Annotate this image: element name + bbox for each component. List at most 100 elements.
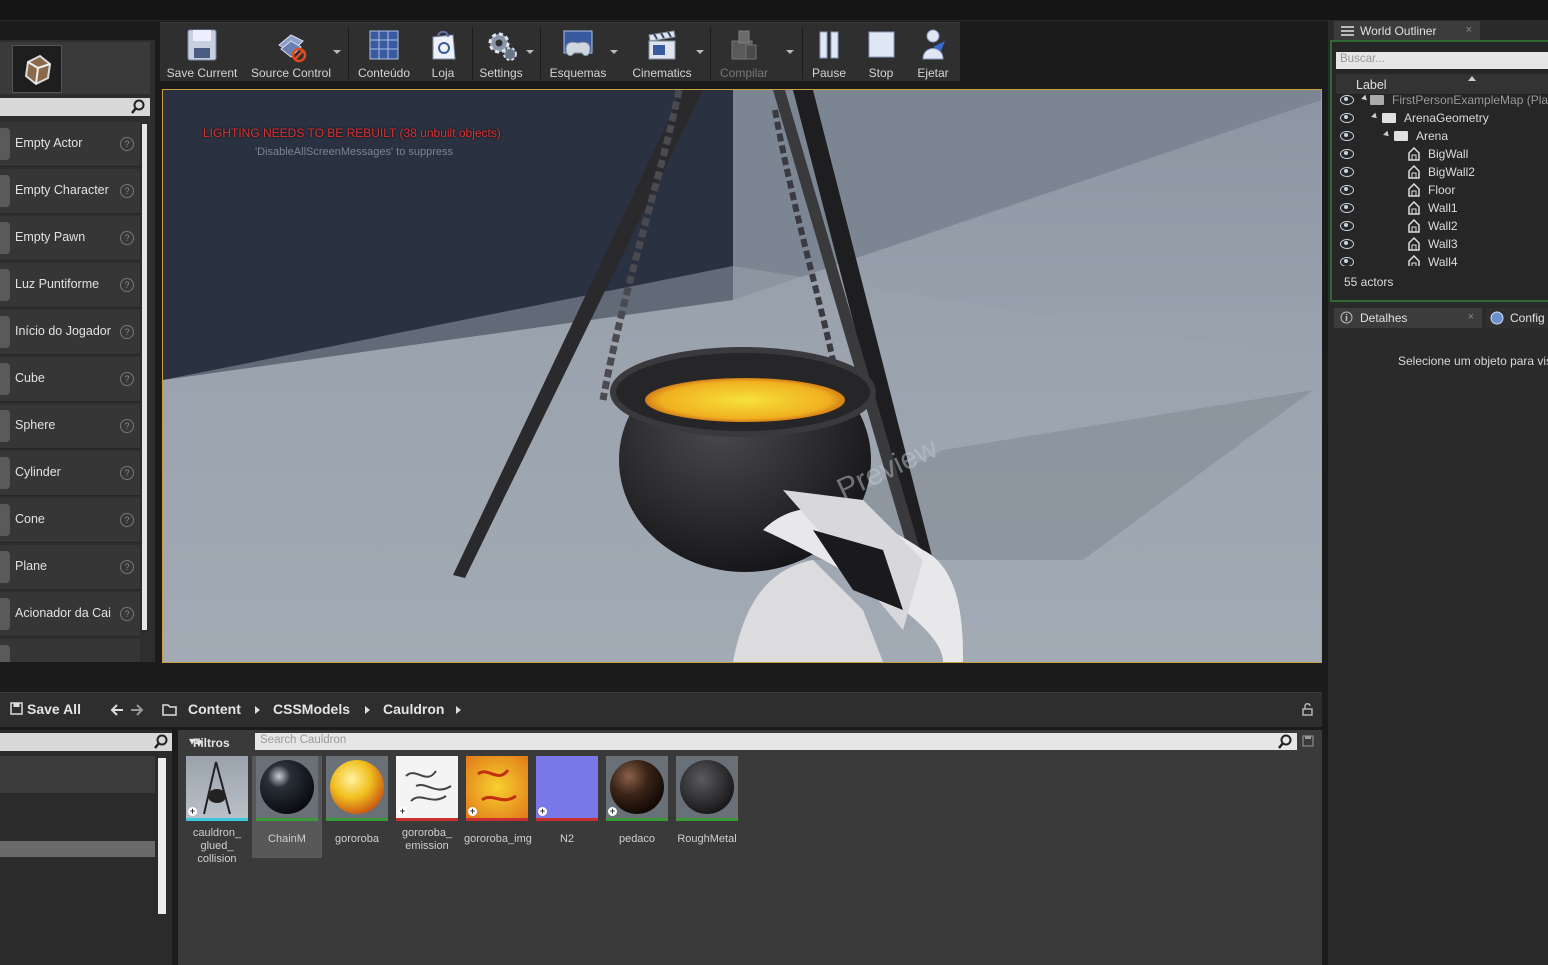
help-icon[interactable]: ?: [120, 278, 134, 292]
save-icon: [187, 29, 217, 61]
place-list-scrollbar[interactable]: [142, 124, 147, 630]
blueprints-button[interactable]: Esquemas: [546, 23, 610, 81]
expand-arrow-icon[interactable]: [1371, 112, 1379, 121]
tree-row-actor[interactable]: BigWall: [1336, 145, 1548, 163]
tab-world-outliner[interactable]: World Outliner ×: [1334, 21, 1480, 41]
tree-row-actor[interactable]: Floor: [1336, 181, 1548, 199]
content-button[interactable]: Conteúdo: [354, 23, 414, 81]
help-icon[interactable]: ?: [120, 184, 134, 198]
breadcrumb-content[interactable]: Content: [188, 701, 241, 717]
save-current-button[interactable]: Save Current: [166, 23, 238, 81]
visibility-eye-icon[interactable]: [1340, 185, 1354, 195]
marketplace-button[interactable]: Loja: [418, 23, 468, 81]
sources-scrollbar[interactable]: [158, 758, 166, 914]
asset-tile[interactable]: + cauldron_ glued_ collision: [184, 756, 250, 866]
close-icon[interactable]: ×: [1468, 311, 1474, 323]
visibility-eye-icon[interactable]: [1340, 203, 1354, 213]
visibility-eye-icon[interactable]: [1340, 95, 1354, 105]
visibility-eye-icon[interactable]: [1340, 113, 1354, 123]
close-icon[interactable]: ×: [1466, 24, 1472, 36]
tree-row-folder[interactable]: ArenaGeometry: [1336, 109, 1548, 127]
back-arrow-icon[interactable]: [110, 704, 124, 716]
asset-tile[interactable]: + gororoba_img: [464, 756, 532, 846]
visibility-eye-icon[interactable]: [1340, 221, 1354, 231]
place-item-cube[interactable]: Cube?: [0, 357, 140, 402]
place-item-box-trigger[interactable]: Acionador da Cai?: [0, 592, 140, 637]
place-item-cylinder[interactable]: Cylinder?: [0, 451, 140, 496]
settings-dropdown-icon[interactable]: [526, 50, 534, 54]
source-control-button[interactable]: Source Control: [246, 23, 336, 81]
place-item-point-light[interactable]: Luz Puntiforme?: [0, 263, 140, 308]
tab-world-settings[interactable]: Config: [1486, 308, 1548, 328]
folder-tree-row-selected[interactable]: [0, 841, 155, 857]
visibility-eye-icon[interactable]: [1340, 149, 1354, 159]
asset-tile[interactable]: + N2: [534, 756, 600, 846]
cinematics-button[interactable]: Cinematics: [628, 23, 696, 81]
asset-tile[interactable]: + pedaco: [604, 756, 670, 846]
tree-row-actor[interactable]: Wall1: [1336, 199, 1548, 217]
outliner-search-input[interactable]: Buscar...: [1336, 52, 1548, 69]
place-mode-icon[interactable]: [12, 45, 62, 93]
place-item-partial[interactable]: [0, 639, 140, 662]
expand-arrow-icon[interactable]: [1383, 130, 1391, 139]
help-icon[interactable]: ?: [120, 513, 134, 527]
asset-tile[interactable]: + gororoba_ emission: [394, 756, 460, 853]
place-item-plane[interactable]: Plane?: [0, 545, 140, 590]
save-search-icon[interactable]: [1302, 735, 1314, 747]
asset-search-input[interactable]: Search Cauldron: [255, 733, 1297, 750]
folder-tree-row[interactable]: [0, 756, 155, 793]
asset-tile[interactable]: RoughMetal: [674, 756, 740, 846]
asset-tile[interactable]: gororoba: [324, 756, 390, 846]
asset-tile-selected[interactable]: ChainM: [252, 756, 322, 858]
settings-button[interactable]: Settings: [474, 23, 528, 81]
tree-row-map[interactable]: FirstPersonExampleMap (Pla: [1336, 94, 1548, 109]
place-item-empty-actor[interactable]: Empty Actor?: [0, 122, 140, 167]
help-icon[interactable]: ?: [120, 607, 134, 621]
folder-search-input[interactable]: [0, 733, 172, 751]
place-search-input[interactable]: [0, 98, 150, 116]
level-viewport[interactable]: Preview LIGHTING NEEDS TO BE REBUILT (38…: [162, 89, 1322, 663]
filters-dropdown[interactable]: ▼ Filtros ▾: [185, 732, 251, 750]
visibility-eye-icon[interactable]: [1340, 239, 1354, 249]
breadcrumb-arrow-icon[interactable]: [255, 706, 260, 714]
expand-arrow-icon[interactable]: [1361, 94, 1369, 103]
pause-button[interactable]: Pause: [806, 23, 852, 81]
tab-details[interactable]: Detalhes ×: [1334, 308, 1482, 328]
help-icon[interactable]: ?: [120, 372, 134, 386]
compile-dropdown-icon[interactable]: [786, 50, 794, 54]
help-icon[interactable]: ?: [120, 231, 134, 245]
help-icon[interactable]: ?: [120, 419, 134, 433]
asset-thumbnail: +: [466, 756, 528, 821]
place-item-empty-pawn[interactable]: Empty Pawn?: [0, 216, 140, 261]
lock-icon[interactable]: [1300, 702, 1314, 716]
forward-arrow-icon[interactable]: [130, 704, 144, 716]
stop-button[interactable]: Stop: [858, 23, 904, 81]
save-all-button[interactable]: Save All: [10, 701, 81, 717]
visibility-eye-icon[interactable]: [1340, 257, 1354, 266]
blueprints-dropdown-icon[interactable]: [610, 50, 618, 54]
tree-row-actor[interactable]: Wall3: [1336, 235, 1548, 253]
place-item-cone[interactable]: Cone?: [0, 498, 140, 543]
visibility-eye-icon[interactable]: [1340, 131, 1354, 141]
visibility-eye-icon[interactable]: [1340, 167, 1354, 177]
place-item-player-start[interactable]: Início do Jogador?: [0, 310, 140, 355]
help-icon[interactable]: ?: [120, 325, 134, 339]
source-control-dropdown-icon[interactable]: [333, 50, 341, 54]
tree-row-actor[interactable]: Wall4: [1336, 253, 1548, 266]
place-item-empty-character[interactable]: Empty Character?: [0, 169, 140, 214]
help-icon[interactable]: ?: [120, 137, 134, 151]
breadcrumb-arrow-icon[interactable]: [365, 706, 370, 714]
breadcrumb-cssmodels[interactable]: CSSModels: [273, 701, 350, 717]
outliner-column-header[interactable]: Label: [1336, 74, 1548, 95]
compile-button[interactable]: Compilar: [714, 23, 774, 81]
breadcrumb-arrow-icon[interactable]: [456, 706, 461, 714]
tree-row-actor[interactable]: Wall2: [1336, 217, 1548, 235]
eject-button[interactable]: Ejetar: [910, 23, 956, 81]
tree-row-folder[interactable]: Arena: [1336, 127, 1548, 145]
place-item-sphere[interactable]: Sphere?: [0, 404, 140, 449]
tree-row-actor[interactable]: BigWall2: [1336, 163, 1548, 181]
help-icon[interactable]: ?: [120, 560, 134, 574]
breadcrumb-cauldron[interactable]: Cauldron: [383, 701, 444, 717]
cinematics-dropdown-icon[interactable]: [696, 50, 704, 54]
help-icon[interactable]: ?: [120, 466, 134, 480]
